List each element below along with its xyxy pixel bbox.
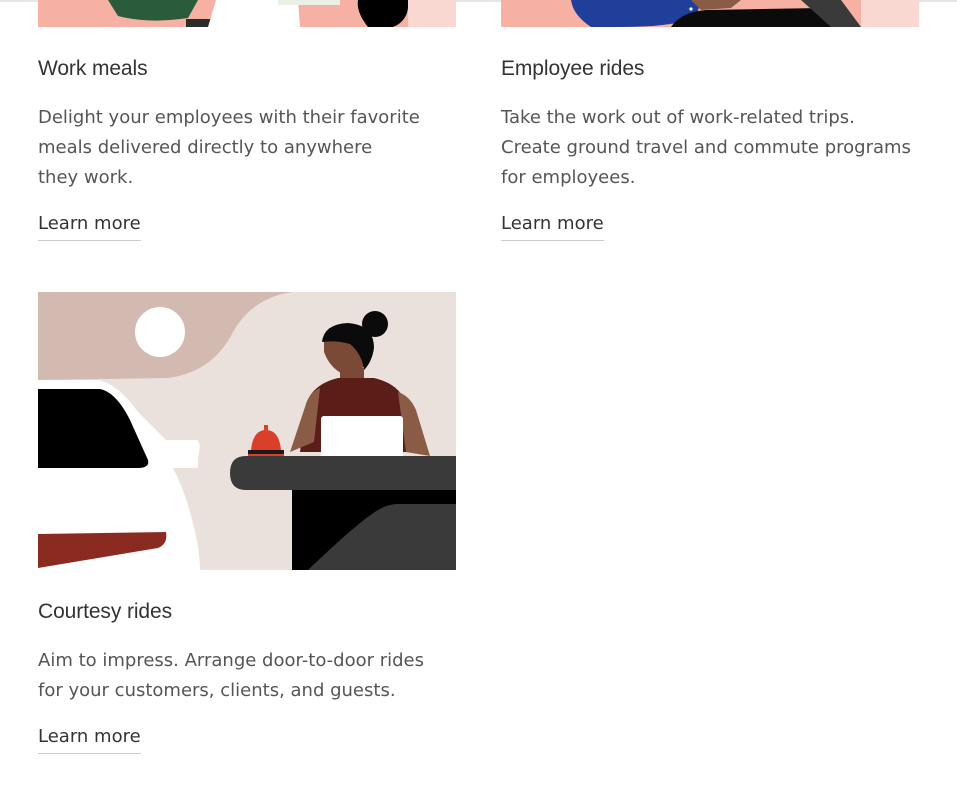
card-description: Delight your employees with their favori… [38,107,420,188]
card-title: Employee rides [501,57,645,80]
card-description: Aim to impress. Arrange door-to-door rid… [38,650,425,701]
employee-rides-card: Employee rides Take the work out of work… [501,55,919,241]
work-meals-illustration [38,0,456,27]
courtesy-rides-card: Courtesy rides Aim to impress. Arrange d… [38,598,456,754]
moon-shape [135,307,185,357]
card-description: Take the work out of work-related trips.… [501,107,911,188]
learn-more-link[interactable]: Learn more [38,726,141,754]
card-title: Courtesy rides [38,600,172,623]
card-title: Work meals [38,57,148,80]
employee-rides-illustration [501,0,919,27]
learn-more-link[interactable]: Learn more [38,213,141,241]
page: Work meals Delight your employees with t… [0,0,957,809]
courtesy-rides-illustration [38,292,456,570]
learn-more-link[interactable]: Learn more [501,213,604,241]
work-meals-card: Work meals Delight your employees with t… [38,55,456,241]
